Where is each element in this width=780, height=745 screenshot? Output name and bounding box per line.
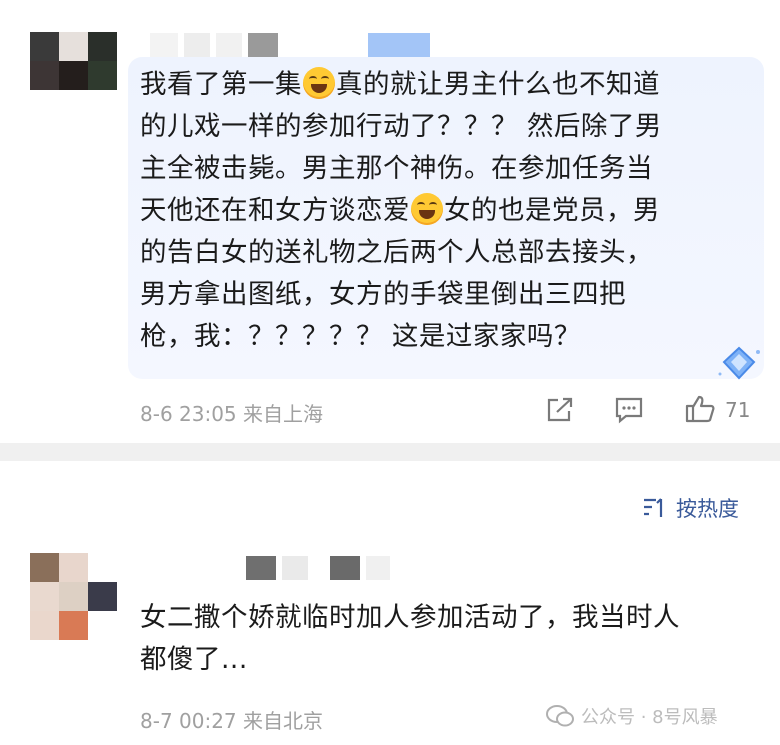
avatar[interactable]	[30, 32, 117, 90]
watermark-text: 公众号 · 8号风暴	[581, 707, 718, 728]
comment-line: 的儿戏一样的参加行动了？？？ 然后除了男	[140, 111, 662, 142]
vip-badge	[368, 33, 430, 57]
comment-location: 来自北京	[243, 709, 324, 733]
comment-line: 天他还在和女方谈恋爱 女的也是党员，男	[140, 193, 660, 226]
comment-line: 枪，我：？？？？？ 这是过家家吗？	[140, 321, 581, 352]
sort-by-hot-button[interactable]: 按热度	[642, 493, 739, 523]
comment-line: 我看了第一集 真的就让男主什么也不知道	[140, 67, 660, 100]
username-blurred[interactable]	[150, 33, 278, 57]
avatar[interactable]	[30, 553, 117, 640]
comment-meta: 8-7 00:27 来自北京	[140, 705, 323, 734]
comment-body: 女二撒个娇就临时加人参加活动了，我当时人 都傻了...	[140, 597, 760, 681]
diamond-badge-icon	[718, 346, 760, 380]
watermark: 公众号 · 8号风暴	[545, 703, 718, 729]
comment-meta: 8-6 23:05 来自上海	[140, 398, 323, 427]
wechat-icon	[546, 705, 574, 727]
comment-icon[interactable]	[614, 396, 644, 424]
like-icon[interactable]	[684, 394, 716, 424]
comment-line: 的告白女的送礼物之后两个人总部去接头，	[140, 237, 653, 268]
share-icon[interactable]	[545, 396, 575, 424]
sort-label: 按热度	[676, 497, 739, 521]
comment-line: 都傻了...	[140, 644, 248, 675]
comment-date: 8-7 00:27	[140, 709, 237, 733]
comment-line: 主全被击毙。男主那个神伤。在参加任务当	[140, 153, 653, 184]
comment-line: 女二撒个娇就临时加人参加活动了，我当时人	[140, 602, 680, 633]
laughing-crying-emoji-icon	[411, 193, 443, 225]
section-divider	[0, 443, 780, 461]
comment-location: 来自上海	[243, 402, 324, 426]
comment-line: 男方拿出图纸，女方的手袋里倒出三四把	[140, 279, 626, 310]
laughing-crying-emoji-icon	[303, 67, 335, 99]
username-blurred[interactable]	[246, 556, 390, 580]
comment-date: 8-6 23:05	[140, 402, 237, 426]
like-count: 71	[725, 398, 751, 422]
sort-icon	[644, 498, 663, 517]
comment-body: 我看了第一集 真的就让男主什么也不知道 的儿戏一样的参加行动了？？？ 然后除了男 …	[140, 64, 760, 358]
